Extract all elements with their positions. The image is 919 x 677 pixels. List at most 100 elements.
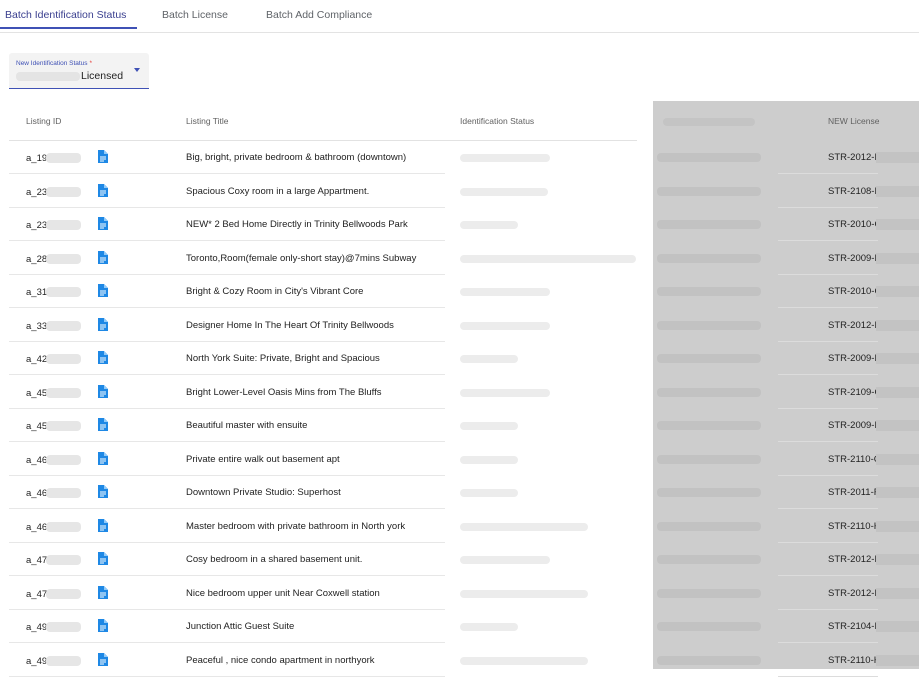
document-icon[interactable]	[97, 518, 108, 532]
listing-id-cell: a_31	[26, 287, 48, 298]
document-icon[interactable]	[97, 284, 108, 297]
listing-title-cell[interactable]: Bright & Cozy Room in City's Vibrant Cor…	[186, 286, 363, 297]
listing-title-cell[interactable]: Cosy bedroom in a shared basement unit.	[186, 554, 362, 565]
table-row[interactable]: a_47 Cosy bedroom in a shared basement un…	[0, 543, 919, 576]
new-license-cell: STR-2110-H	[828, 520, 881, 532]
redacted-text	[876, 353, 919, 364]
required-mark: *	[89, 60, 93, 67]
new-license-cell: STR-2009-H	[828, 420, 882, 431]
new-status-redacted	[657, 488, 761, 497]
listing-id-cell: a_45	[26, 387, 48, 399]
document-icon[interactable]	[97, 351, 108, 364]
document-icon[interactable]	[97, 451, 108, 465]
tab-batch-add-compliance[interactable]: Batch Add Compliance	[266, 0, 372, 31]
listing-title-cell[interactable]: Nice bedroom upper unit Near Coxwell sta…	[186, 588, 380, 599]
listing-title-cell[interactable]: Big, bright, private bedroom & bathroom …	[186, 152, 406, 163]
listing-id-cell: a_46	[26, 454, 48, 466]
listing-id-cell: a_23	[26, 220, 48, 231]
document-icon[interactable]	[97, 619, 108, 632]
listing-id-cell: a_23	[26, 186, 48, 198]
redacted-text	[46, 186, 81, 197]
document-icon[interactable]	[97, 217, 108, 230]
document-icon[interactable]	[97, 552, 108, 565]
redacted-text	[876, 420, 919, 431]
table-row[interactable]: a_23 NEW* 2 Bed Home Directly in Trinity …	[0, 208, 919, 241]
tab-batch-license[interactable]: Batch License	[162, 0, 228, 31]
document-icon[interactable]	[97, 585, 108, 599]
identification-status-redacted	[460, 589, 588, 598]
listing-title-cell[interactable]: Downtown Private Studio: Superhost	[186, 487, 341, 498]
new-identification-status-select[interactable]: New Identification Status * Licensed	[9, 53, 149, 89]
listing-title-cell[interactable]: Private entire walk out basement apt	[186, 454, 340, 465]
listing-title-cell[interactable]: Junction Attic Guest Suite	[186, 621, 294, 632]
table-row[interactable]: a_46 Downtown Private Studio: Superhost ST…	[0, 476, 919, 509]
redacted-text	[876, 487, 919, 498]
new-license-cell: STR-2012-F	[828, 152, 881, 163]
tab-batch-identification-status[interactable]: Batch Identification Status	[0, 0, 137, 29]
document-icon[interactable]	[97, 418, 108, 431]
listing-title-cell[interactable]: North York Suite: Private, Bright and Sp…	[186, 353, 380, 364]
new-license-cell: STR-2109-C	[828, 386, 882, 398]
select-value: Licensed	[16, 70, 123, 82]
identification-status-redacted	[460, 321, 550, 330]
table-row[interactable]: a_28 Toronto,Room(female only-short stay)…	[0, 242, 919, 275]
new-status-redacted	[657, 153, 761, 162]
listing-title-cell[interactable]: Peaceful , nice condo apartment in north…	[186, 655, 375, 666]
identification-status-redacted	[460, 221, 518, 229]
new-status-redacted	[657, 220, 761, 229]
redacted-text	[46, 454, 81, 465]
table-row[interactable]: a_46 Master bedroom with private bathroom…	[0, 510, 919, 543]
new-license-cell: STR-2009-F	[828, 252, 881, 264]
table-row[interactable]: a_33 Designer Home In The Heart Of Trinit…	[0, 309, 919, 342]
listing-title-cell[interactable]: Toronto,Room(female only-short stay)@7mi…	[186, 253, 416, 264]
redacted-text	[46, 421, 81, 431]
document-icon[interactable]	[97, 317, 108, 331]
listing-title-cell[interactable]: Spacious Coxy room in a large Appartment…	[186, 186, 369, 197]
document-icon[interactable]	[97, 150, 108, 163]
listing-title-cell[interactable]: Bright Lower-Level Oasis Mins from The B…	[186, 387, 382, 398]
table-row[interactable]: a_45 Bright Lower-Level Oasis Mins from T…	[0, 376, 919, 409]
table-row[interactable]: a_42 North York Suite: Private, Bright an…	[0, 342, 919, 375]
redacted-text	[46, 354, 81, 364]
redacted-text	[876, 453, 919, 465]
new-license-cell: STR-2010-C	[828, 286, 882, 297]
table-row[interactable]: a_19 Big, bright, private bedroom & bathr…	[0, 141, 919, 174]
table-row[interactable]: a_45 Beautiful master with ensuite STR-200…	[0, 409, 919, 442]
new-license-cell: STR-2108-F	[828, 185, 881, 197]
table-row[interactable]: a_23 Spacious Coxy room in a large Appart…	[0, 175, 919, 208]
table-row[interactable]: a_31 Bright & Cozy Room in City's Vibrant…	[0, 275, 919, 308]
listing-id-cell: a_49	[26, 622, 48, 633]
listing-title-cell[interactable]: Designer Home In The Heart Of Trinity Be…	[186, 320, 394, 331]
redacted-text	[46, 387, 81, 398]
document-icon[interactable]	[97, 485, 108, 498]
redacted-text	[876, 319, 919, 331]
tab-bar: Batch Identification Status Batch Licens…	[0, 0, 919, 33]
row-divider	[9, 675, 445, 677]
new-status-redacted	[657, 387, 761, 397]
new-status-redacted	[657, 320, 761, 330]
listing-id-cell: a_49	[26, 655, 48, 667]
listing-title-cell[interactable]: NEW* 2 Bed Home Directly in Trinity Bell…	[186, 219, 408, 230]
identification-status-redacted	[460, 556, 550, 564]
listing-title-cell[interactable]: Master bedroom with private bathroom in …	[186, 521, 405, 532]
column-header-new-license: NEW License	[828, 116, 880, 126]
redacted-text	[46, 622, 81, 632]
identification-status-redacted	[460, 422, 518, 430]
listing-id-cell: a_46	[26, 488, 48, 499]
table-row[interactable]: a_47 Nice bedroom upper unit Near Coxwell…	[0, 577, 919, 610]
identification-status-redacted	[460, 388, 550, 397]
new-status-redacted	[657, 588, 761, 598]
document-icon[interactable]	[97, 652, 108, 666]
row-divider	[778, 675, 878, 677]
new-status-redacted	[657, 622, 761, 631]
document-icon[interactable]	[97, 384, 108, 398]
redacted-text	[876, 520, 919, 532]
redacted-text	[46, 488, 81, 498]
document-icon[interactable]	[97, 183, 108, 197]
table-row[interactable]: a_49 Junction Attic Guest Suite STR-2104-F	[0, 610, 919, 643]
table-row[interactable]: a_46 Private entire walk out basement apt…	[0, 443, 919, 476]
document-icon[interactable]	[97, 250, 108, 264]
table-row[interactable]: a_49 Peaceful , nice condo apartment in n…	[0, 644, 919, 677]
listing-title-cell[interactable]: Beautiful master with ensuite	[186, 420, 307, 431]
new-license-cell: STR-2012-F	[828, 587, 881, 599]
